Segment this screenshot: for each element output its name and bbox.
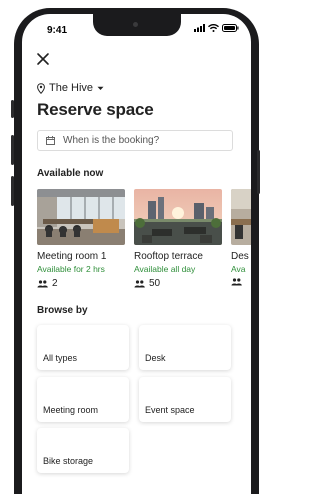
status-icons	[194, 24, 239, 32]
status-time: 9:41	[47, 25, 68, 36]
close-icon[interactable]	[36, 52, 50, 66]
capacity	[231, 278, 246, 286]
chevron-down-icon	[97, 86, 104, 90]
available-cards-carousel[interactable]: Meeting room 1 Available for 2 hrs 2 Roo…	[37, 189, 251, 309]
people-icon	[231, 278, 242, 286]
capacity: 2	[37, 278, 58, 289]
desk-photo	[231, 189, 251, 245]
location-name: The Hive	[49, 82, 94, 94]
calendar-icon	[46, 136, 55, 145]
capacity-count: 50	[149, 278, 161, 289]
space-name: Des	[231, 251, 249, 262]
side-button	[11, 135, 14, 165]
location-selector[interactable]: The Hive	[37, 82, 104, 94]
tile-label: Desk	[145, 353, 166, 363]
page-title: Reserve space	[37, 100, 154, 119]
availability-text: Available all day	[134, 264, 196, 274]
space-card-meeting-room-1[interactable]: Meeting room 1 Available for 2 hrs 2	[37, 189, 125, 289]
tile-label: Meeting room	[43, 405, 99, 415]
booking-date-input[interactable]: When is the booking?	[37, 130, 233, 151]
side-button	[11, 176, 14, 206]
people-icon	[134, 279, 145, 287]
tile-label: Event space	[145, 405, 195, 415]
side-button	[11, 100, 14, 118]
available-now-heading: Available now	[37, 168, 104, 179]
meeting-room-photo	[37, 189, 125, 245]
people-icon	[37, 279, 48, 287]
browse-tile-all-types[interactable]: All types	[37, 325, 129, 370]
rooftop-terrace-photo	[134, 189, 222, 245]
browse-by-heading: Browse by	[37, 305, 88, 316]
signal-icon	[194, 24, 205, 32]
browse-tile-meeting-room[interactable]: Meeting room	[37, 377, 129, 422]
camera	[133, 22, 138, 27]
browse-tile-desk[interactable]: Desk	[139, 325, 231, 370]
space-name: Rooftop terrace	[134, 251, 203, 262]
tile-label: Bike storage	[43, 456, 94, 466]
booking-placeholder: When is the booking?	[63, 135, 160, 146]
phone-screen: 9:41 The Hive Reserve space When is the …	[22, 14, 251, 494]
availability-text: Ava	[231, 264, 246, 274]
location-pin-icon	[37, 82, 45, 94]
space-card-desk[interactable]: Des Ava	[231, 189, 251, 286]
battery-icon	[222, 24, 239, 32]
space-name: Meeting room 1	[37, 251, 107, 262]
capacity: 50	[134, 278, 160, 289]
availability-text: Available for 2 hrs	[37, 264, 105, 274]
side-button	[257, 150, 260, 194]
browse-tile-bike-storage[interactable]: Bike storage	[37, 428, 129, 473]
space-card-rooftop-terrace[interactable]: Rooftop terrace Available all day 50	[134, 189, 222, 289]
capacity-count: 2	[52, 278, 58, 289]
tile-label: All types	[43, 353, 78, 363]
wifi-icon	[208, 24, 219, 32]
browse-tile-event-space[interactable]: Event space	[139, 377, 231, 422]
